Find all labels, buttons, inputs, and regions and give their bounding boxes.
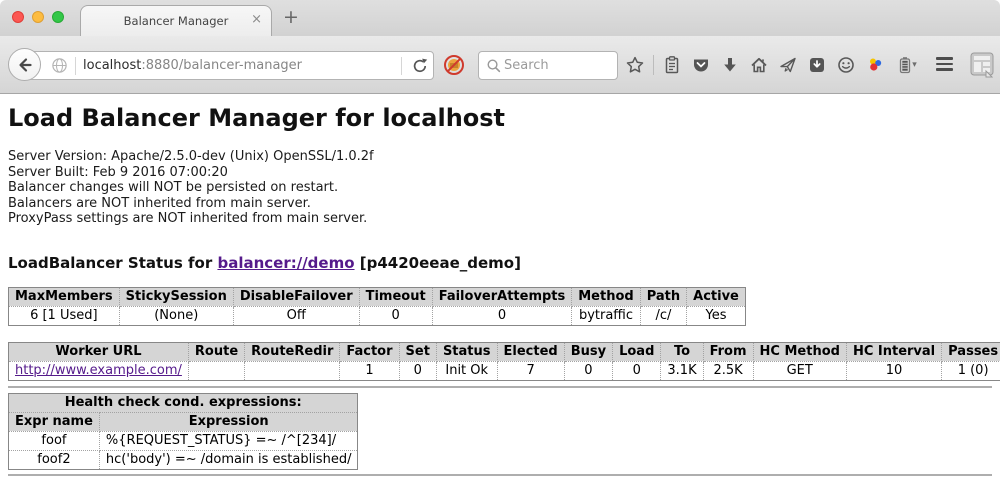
tab-balancer-manager[interactable]: Balancer Manager × (80, 5, 272, 36)
minimize-window-button[interactable] (32, 11, 44, 23)
tab-groups-button[interactable] (970, 52, 994, 82)
globe-icon (51, 57, 68, 74)
bottom-divider (8, 474, 992, 476)
toolbar-separator (653, 55, 654, 75)
dropdown-caret-icon[interactable]: ▾ (912, 60, 917, 70)
table-title-row: Health check cond. expressions: (9, 393, 358, 412)
zoom-window-button[interactable] (52, 11, 64, 23)
server-built-line: Server Built: Feb 9 2016 07:00:20 (8, 165, 992, 181)
home-icon (749, 55, 769, 75)
tab-title: Balancer Manager (124, 14, 229, 28)
page-title: Load Balancer Manager for localhost (8, 104, 992, 132)
table-row: 6 [1 Used] (None) Off 0 0 bytraffic /c/ … (9, 306, 746, 325)
video-download-button[interactable] (806, 54, 828, 76)
url-path: :8880/balancer-manager (141, 58, 302, 73)
table-row: foof2 hc('body') =~ /domain is establish… (9, 450, 358, 469)
tab-close-icon[interactable]: × (251, 13, 262, 26)
new-tab-button[interactable]: + (283, 8, 299, 27)
server-version-line: Server Version: Apache/2.5.0-dev (Unix) … (8, 149, 992, 165)
window-controls (12, 11, 64, 23)
star-icon (625, 55, 645, 75)
health-check-table: Health check cond. expressions: Expr nam… (8, 393, 358, 470)
url-host: localhost (83, 58, 141, 73)
url-bar[interactable]: localhost:8880/balancer-manager (24, 51, 434, 80)
server-info: Server Version: Apache/2.5.0-dev (Unix) … (8, 149, 992, 227)
paper-plane-icon (778, 55, 798, 75)
reload-button[interactable] (409, 55, 431, 77)
search-icon (485, 57, 502, 74)
browser-window: Balancer Manager × + localhost:8880/bala… (0, 0, 1000, 491)
home-button[interactable] (748, 54, 770, 76)
back-arrow-icon (15, 55, 35, 75)
hamburger-icon (936, 57, 953, 60)
page-content: Load Balancer Manager for localhost Serv… (0, 94, 1000, 491)
url-text[interactable]: localhost:8880/balancer-manager (83, 58, 302, 73)
smiley-icon (836, 55, 856, 75)
bookmark-star-button[interactable] (624, 54, 646, 76)
toolbar-icons: ▾ (624, 49, 919, 81)
battery-extension-button[interactable]: ▾ (893, 54, 919, 76)
clipboard-icon (662, 55, 682, 75)
feedback-button[interactable] (835, 54, 857, 76)
persist-note-line: Balancer changes will NOT be persisted o… (8, 180, 992, 196)
back-button[interactable] (8, 48, 41, 81)
reload-icon (411, 57, 429, 75)
close-window-button[interactable] (12, 11, 24, 23)
content-blocked-icon[interactable] (443, 54, 465, 80)
table-header-row: MaxMembers StickySession DisableFailover… (9, 287, 746, 306)
balancers-note-line: Balancers are NOT inherited from main se… (8, 196, 992, 212)
table-header-row: Worker URL Route RouteRedir Factor Set S… (9, 342, 1000, 361)
tab-bar: Balancer Manager × + (0, 0, 1000, 36)
worker-table: Worker URL Route RouteRedir Factor Set S… (8, 342, 1000, 381)
urlbar-separator-2 (401, 57, 402, 75)
table-row: foof %{REQUEST_STATUS} =~ /^[234]/ (9, 431, 358, 450)
menu-button[interactable] (936, 57, 953, 71)
table-row: http://www.example.com/ 1 0 Init Ok 7 0 … (9, 361, 1000, 380)
proxypass-note-line: ProxyPass settings are NOT inherited fro… (8, 211, 992, 227)
pocket-icon (691, 55, 711, 75)
navigation-toolbar: localhost:8880/balancer-manager (0, 36, 1000, 94)
search-input[interactable] (502, 57, 602, 74)
downloads-button[interactable] (719, 54, 741, 76)
worker-url-link[interactable]: http://www.example.com/ (15, 363, 182, 378)
boxed-down-arrow-icon (807, 55, 827, 75)
reading-list-button[interactable] (661, 54, 683, 76)
search-bar[interactable] (478, 51, 618, 80)
send-tab-button[interactable] (777, 54, 799, 76)
section-divider (8, 386, 992, 388)
balancer-settings-table: MaxMembers StickySession DisableFailover… (8, 287, 746, 326)
urlbar-separator (75, 57, 76, 75)
grid-page-icon (970, 52, 994, 78)
colored-dots-icon (865, 55, 885, 75)
table-header-row: Expr name Expression (9, 412, 358, 431)
balancer-demo-link[interactable]: balancer://demo (217, 254, 354, 272)
download-arrow-icon (720, 55, 740, 75)
extension-colored-dots-button[interactable] (864, 54, 886, 76)
pocket-button[interactable] (690, 54, 712, 76)
status-heading: LoadBalancer Status for balancer://demo … (8, 254, 992, 272)
